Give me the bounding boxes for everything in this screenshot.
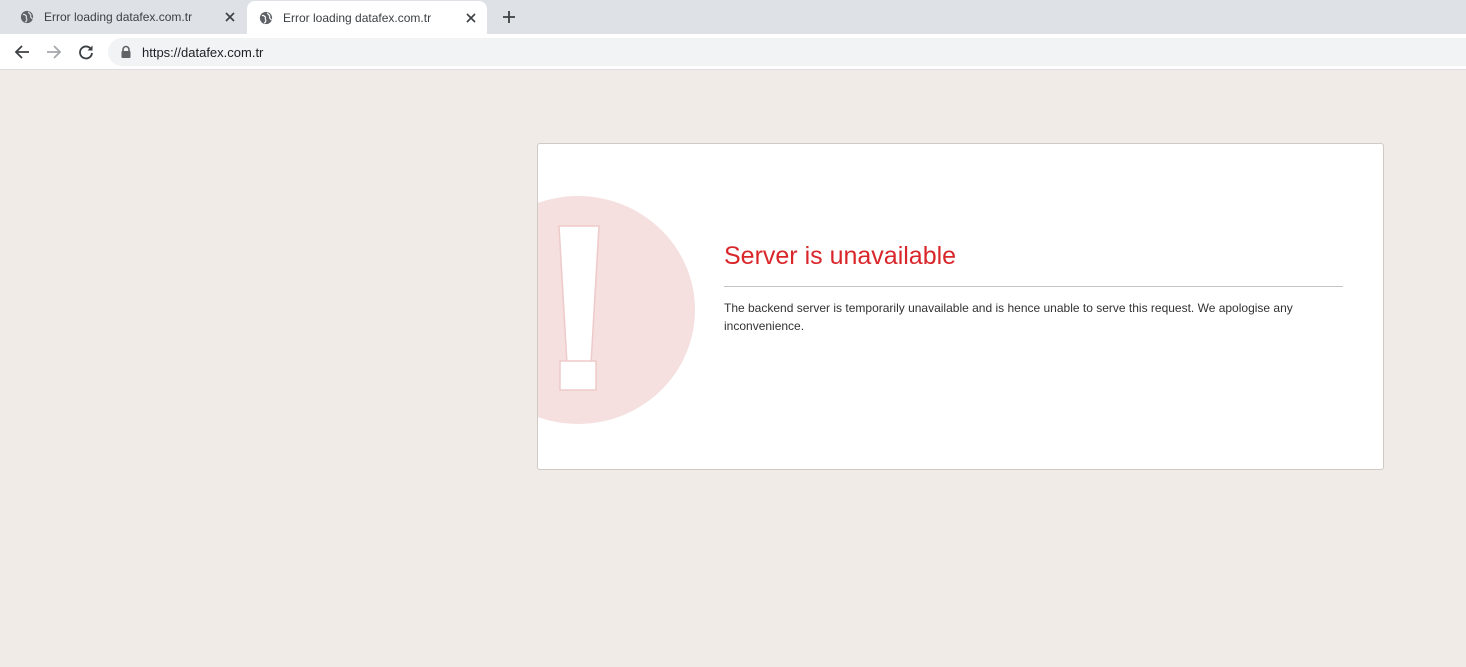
browser-toolbar: https://datafex.com.tr <box>0 34 1466 70</box>
close-icon[interactable] <box>222 9 238 25</box>
plus-icon <box>503 11 515 23</box>
globe-icon <box>20 10 34 24</box>
tab-title: Error loading datafex.com.tr <box>283 10 432 25</box>
divider <box>724 286 1343 287</box>
error-message: The backend server is temporarily unavai… <box>724 301 1293 333</box>
new-tab-button[interactable] <box>499 7 519 27</box>
tab-2[interactable]: Error loading datafex.com.tr <box>247 1 487 34</box>
forward-button[interactable] <box>42 40 66 64</box>
tab-title: Error loading datafex.com.tr <box>44 10 193 24</box>
close-icon[interactable] <box>463 10 479 26</box>
address-bar[interactable]: https://datafex.com.tr <box>108 38 1466 66</box>
lock-icon[interactable] <box>120 45 132 59</box>
forward-arrow-icon <box>47 45 62 59</box>
tab-1[interactable]: Error loading datafex.com.tr <box>8 0 246 34</box>
globe-icon <box>259 11 273 24</box>
reload-icon <box>79 45 93 60</box>
reload-button[interactable] <box>74 40 98 64</box>
tab-strip: Error loading datafex.com.tr Error loadi… <box>0 0 1466 34</box>
url-text[interactable]: https://datafex.com.tr <box>142 45 263 60</box>
error-heading: Server is unavailable <box>724 242 957 270</box>
back-button[interactable] <box>10 40 34 64</box>
error-card: Server is unavailable The backend server… <box>537 143 1384 470</box>
back-arrow-icon <box>14 45 29 59</box>
exclamation-icon <box>538 196 695 424</box>
